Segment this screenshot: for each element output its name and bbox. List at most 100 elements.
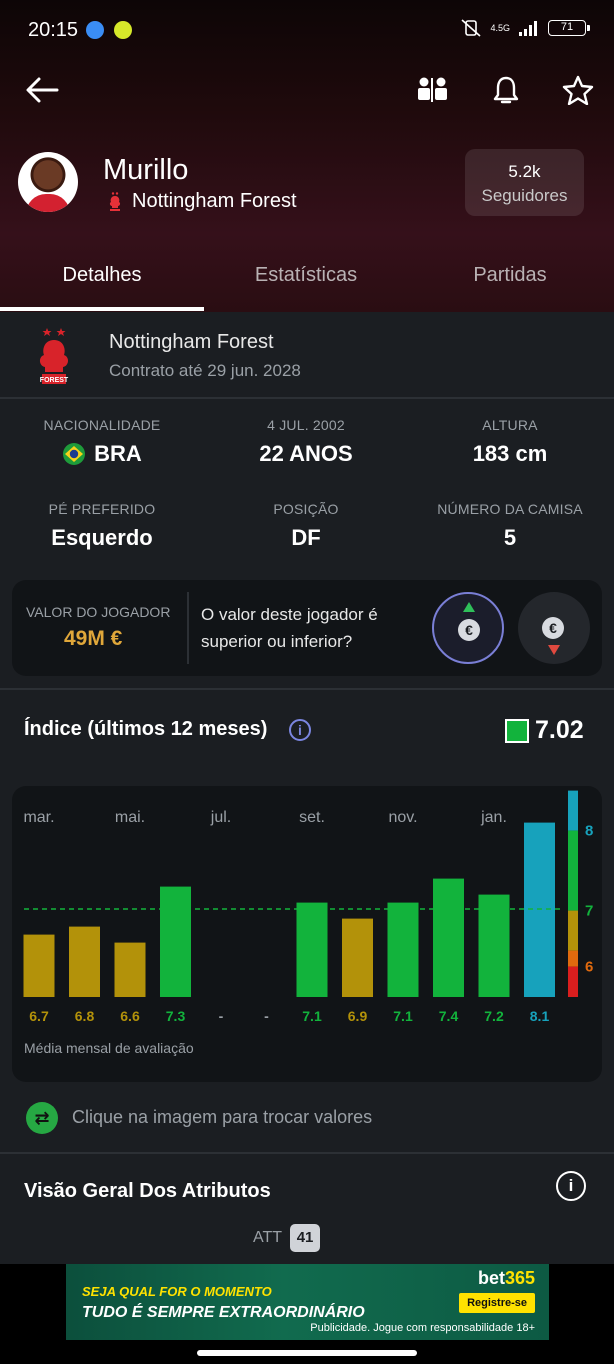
toggle-values-row[interactable]: ⇄ Clique na imagem para trocar valores [0,1090,614,1150]
scale-segment [568,966,578,997]
rating-bar [114,942,146,997]
rating-number: 7.02 [535,716,584,744]
month-label: mar. [23,809,54,826]
battery-icon: 71 [548,20,590,36]
svg-text:FOREST: FOREST [40,377,69,384]
tab-detalhes[interactable]: Detalhes [0,264,204,287]
att-attribute: ATT 41 [253,1224,321,1252]
info-icon[interactable]: i [289,719,311,741]
rating-index-value: 7.02 [505,716,584,745]
height-label: ALTURA [482,417,538,433]
bar-value-label: 6.7 [29,1008,49,1024]
height-cell: ALTURA 183 cm [408,417,612,467]
month-label: nov. [388,809,417,826]
month-label: jan. [480,809,507,826]
foot-cell: PÉ PREFERIDO Esquerdo [0,501,204,551]
app-notification-icon [114,21,132,39]
followers-box[interactable]: 5.2k Seguidores [465,149,584,216]
active-tab-indicator [0,307,204,311]
shirt-label: NÚMERO DA CAMISA [437,501,583,517]
height-value: 183 cm [472,441,548,466]
bar-value-label: 6.8 [75,1008,95,1024]
followers-label: Seguidores [481,186,568,205]
mute-vibrate-icon [461,19,482,37]
rating-index-title: Índice (últimos 12 meses) [24,718,268,740]
network-type: 4.5G [490,22,510,33]
position-value: DF [291,525,321,550]
club-name: Nottingham Forest [132,190,297,212]
scale-segment [568,790,578,831]
market-value-card: VALOR DO JOGADOR 49M € O valor deste jog… [12,580,602,676]
nationality-value: BRA [0,441,204,467]
monthly-rating-chart[interactable]: mar. mai. jul. set. nov. jan. 6.7 6.8 6.6 7.3 - - 7.… [12,786,602,1082]
player-name: Murillo [103,154,189,186]
scale-segment [568,950,578,967]
nottingham-forest-crest: FOREST [40,328,69,384]
bar-value-label: 7.1 [393,1008,413,1024]
tab-estatisticas[interactable]: Estatísticas [204,264,408,287]
euro-icon: € [542,617,564,639]
rating-bar [296,902,328,997]
followers-count: 5.2k [508,162,541,181]
tab-partidas[interactable]: Partidas [408,264,612,287]
favorite-button[interactable] [558,70,598,110]
bar-value-label: 7.4 [439,1008,459,1024]
club-link[interactable]: Nottingham Forest [108,190,297,213]
euro-icon: € [458,619,480,641]
bar-value-label: 7.3 [166,1008,186,1024]
vote-higher-button[interactable]: € [432,592,504,664]
back-button[interactable] [22,70,62,110]
position-label: POSIÇÃO [273,501,339,517]
ad-register-button[interactable]: Registre-se [459,1293,535,1313]
star-icon [562,75,594,105]
club-crest-icon [109,191,121,211]
market-value-question: O valor deste jogador é superior ou infe… [201,605,378,651]
player-avatar [18,152,78,212]
rating-bar [342,918,373,997]
compare-players-icon [418,77,447,102]
attributes-section: Visão Geral Dos Atributos i ATT 41 [0,1154,614,1264]
ad-line-1: SEJA QUAL FOR O MOMENTO [82,1284,272,1299]
scale-tick-label: 7 [585,903,593,920]
age-cell: 4 JUL. 2002 22 ANOS [204,417,408,467]
month-label: mai. [115,809,145,826]
bar-value-label: - [264,1008,269,1024]
swap-arrows-icon: ⇄ [26,1102,58,1134]
foot-value: Esquerdo [51,525,153,550]
ad-disclaimer: Publicidade. Jogue com responsabilidade … [310,1322,535,1334]
ad-brand-b: 365 [504,1268,535,1288]
rating-index-header: Índice (últimos 12 meses) i 7.02 [0,690,614,780]
status-indicators: 4.5G 71 [460,18,590,38]
player-details-grid: NACIONALIDADE BRA 4 JUL. 2002 22 ANOS AL… [0,400,614,570]
bell-icon [493,76,519,104]
top-app-bar [0,60,614,120]
status-bar: 20:15 4.5G 71 [0,0,614,60]
bet365-ad[interactable]: SEJA QUAL FOR O MOMENTO TUDO É SEMPRE EX… [66,1264,549,1340]
vote-lower-button[interactable]: € [518,592,590,664]
nationality-code: BRA [94,441,142,466]
bar-value-label: 7.1 [302,1008,322,1024]
player-header: 20:15 4.5G 71 Murillo Nottingham Forest … [0,0,614,312]
notifications-button[interactable] [486,70,526,110]
tab-bar: Detalhes Estatísticas Partidas [0,250,614,312]
birth-date: 4 JUL. 2002 [267,417,345,433]
status-time: 20:15 [28,19,79,41]
position-cell: POSIÇÃO DF [204,501,408,551]
contract-team: Nottingham Forest [109,331,274,353]
compare-button[interactable] [412,70,452,110]
triangle-up-icon [463,602,475,612]
arrow-left-icon [26,77,59,103]
triangle-down-icon [548,645,560,655]
rating-bar [69,926,100,997]
info-icon[interactable]: i [556,1171,586,1201]
rating-bar [478,894,510,997]
shirt-value: 5 [503,525,517,550]
foot-label: PÉ PREFERIDO [48,501,156,517]
shirt-cell: NÚMERO DA CAMISA 5 [408,501,612,551]
att-value: 41 [290,1224,321,1252]
rating-bar [433,878,464,997]
contract-row[interactable]: FOREST Nottingham Forest Contrato até 29… [0,312,614,398]
rating-bar [23,934,55,997]
home-indicator[interactable] [197,1350,417,1356]
bar-value-label: - [219,1008,224,1024]
